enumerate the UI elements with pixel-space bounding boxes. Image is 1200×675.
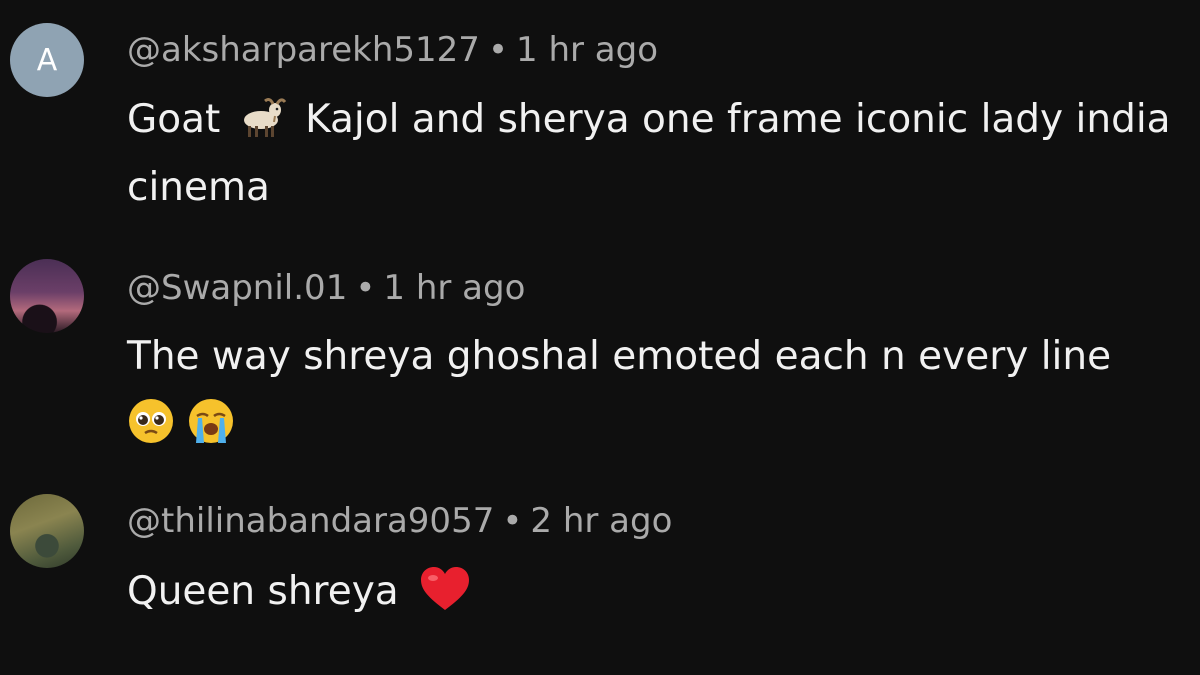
avatar-letter: A — [36, 42, 58, 78]
comment-text-line: The way shreya ghoshal emoted each n eve… — [127, 334, 1112, 379]
separator-dot: • — [355, 268, 376, 308]
pleading-face-emoji-icon — [129, 399, 173, 443]
comment-text-part: Goat — [127, 97, 221, 142]
comment-username[interactable]: @thilinabandara9057 — [127, 501, 494, 541]
red-heart-emoji-icon — [421, 567, 470, 610]
avatar[interactable]: A — [10, 23, 84, 97]
comment-text: The way shreya ghoshal emoted each n eve… — [127, 323, 1187, 459]
avatar[interactable] — [10, 494, 84, 568]
comment-header: @thilinabandara9057 • 2 hr ago — [127, 501, 672, 541]
comment-text: Goat Kajol and sherya one frame iconic l… — [127, 86, 1187, 222]
comment-timestamp[interactable]: 1 hr ago — [383, 268, 525, 308]
avatar[interactable] — [10, 259, 84, 333]
comment-timestamp[interactable]: 2 hr ago — [530, 501, 672, 541]
comment-emoji-row — [127, 391, 1187, 459]
comment-text-line: Queen shreya — [127, 569, 399, 614]
comment-username[interactable]: @aksharparekh5127 — [127, 30, 480, 70]
goat-emoji-icon — [243, 98, 286, 137]
separator-dot: • — [487, 30, 508, 70]
comment-header: @Swapnil.01 • 1 hr ago — [127, 268, 525, 308]
comment-timestamp[interactable]: 1 hr ago — [516, 30, 658, 70]
comment-username[interactable]: @Swapnil.01 — [127, 268, 347, 308]
separator-dot: • — [502, 501, 523, 541]
loudly-crying-face-emoji-icon — [189, 399, 234, 443]
comment-text: Queen shreya — [127, 558, 1187, 626]
comment-header: @aksharparekh5127 • 1 hr ago — [127, 30, 658, 70]
